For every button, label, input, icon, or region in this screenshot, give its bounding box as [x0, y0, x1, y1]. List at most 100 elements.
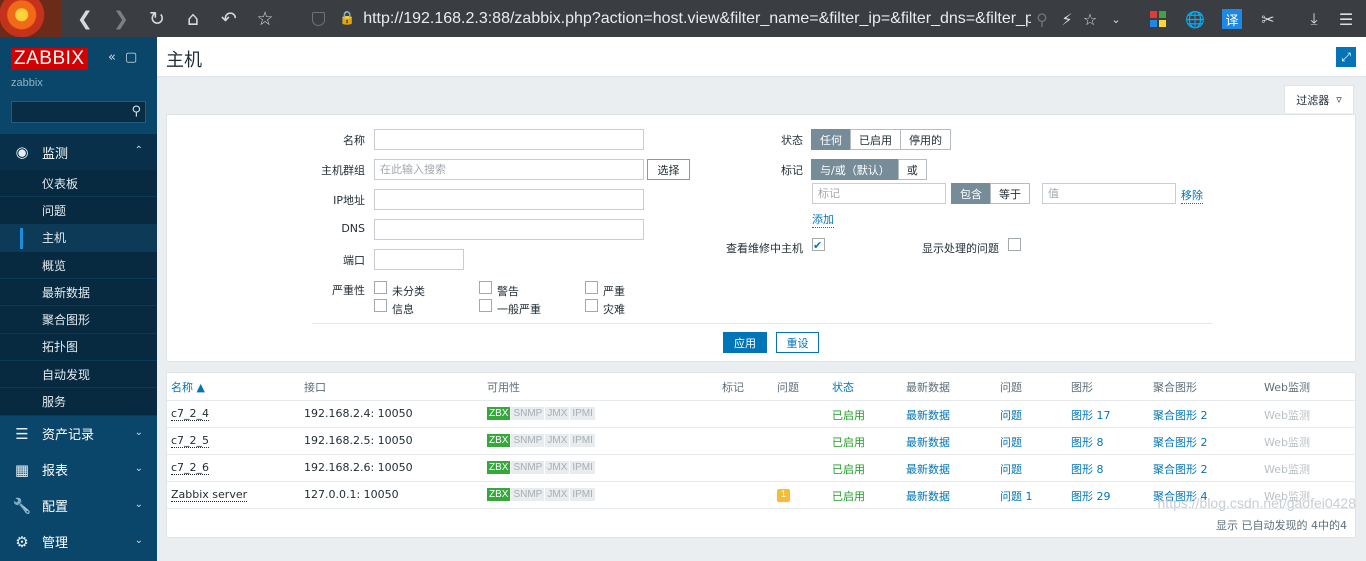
dns-input[interactable]	[374, 219, 644, 240]
host-name-link[interactable]: Zabbix server	[171, 488, 248, 502]
port-input[interactable]	[374, 249, 464, 270]
insecure-lock-icon[interactable]: 🔒	[339, 11, 355, 26]
submenu-screens[interactable]: 聚合图形	[0, 306, 157, 334]
address-bar[interactable]: 🔒 http://192.168.2.3:88/zabbix.php?actio…	[312, 6, 1052, 31]
graphs-link[interactable]: 图形 8	[1071, 434, 1104, 450]
screens-link[interactable]: 聚合图形 2	[1153, 407, 1208, 423]
reload-icon[interactable]: ↻	[144, 6, 170, 32]
host-name-link[interactable]: c7_2_4	[171, 407, 210, 421]
submenu-hosts[interactable]: 主机	[0, 224, 157, 252]
severity-warning-checkbox[interactable]	[479, 281, 492, 294]
scissors-icon[interactable]: ✂	[1256, 7, 1280, 31]
name-input[interactable]	[374, 129, 644, 150]
status-enabled-link[interactable]: 已启用	[832, 488, 865, 504]
screens-link[interactable]: 聚合图形 2	[1153, 434, 1208, 450]
latest-data-link[interactable]: 最新数据	[906, 407, 950, 423]
apply-button[interactable]: 应用	[723, 332, 767, 353]
severity-high-checkbox[interactable]	[585, 281, 598, 294]
latest-data-link[interactable]: 最新数据	[906, 461, 950, 477]
status-enabled-link[interactable]: 已启用	[832, 407, 865, 423]
column-header-tags: 标记	[722, 381, 744, 394]
main-content: 主机 ⤢ 过滤器 ▿ 名称 主机群组 在此输入搜索 选择 IP地址 DNS 端口…	[157, 37, 1366, 561]
fullscreen-icon[interactable]: ⤢	[1336, 47, 1356, 67]
status-disabled-option[interactable]: 停用的	[900, 129, 951, 150]
column-header-status[interactable]: 状态	[832, 379, 854, 395]
host-name-link[interactable]: c7_2_6	[171, 461, 210, 475]
filter-tab[interactable]: 过滤器 ▿	[1284, 85, 1354, 113]
zabbix-logo[interactable]: ZABBIX	[11, 48, 88, 70]
host-group-input[interactable]: 在此输入搜索	[374, 159, 644, 180]
severity-average-checkbox[interactable]	[479, 299, 492, 312]
problems-link[interactable]: 问题 1	[1000, 488, 1033, 504]
severity-not-classified-checkbox[interactable]	[374, 281, 387, 294]
problems-link[interactable]: 问题	[1000, 434, 1022, 450]
status-enabled-option[interactable]: 已启用	[850, 129, 901, 150]
submenu-dashboard[interactable]: 仪表板	[0, 170, 157, 198]
graphs-link[interactable]: 图形 8	[1071, 461, 1104, 477]
menu-monitoring[interactable]: ◉ 监测 ⌃	[0, 134, 157, 170]
submenu-overview[interactable]: 概览	[0, 252, 157, 280]
submenu-discovery[interactable]: 自动发现	[0, 361, 157, 389]
back-icon[interactable]: ❮	[72, 6, 98, 32]
severity-information-checkbox[interactable]	[374, 299, 387, 312]
column-header-name[interactable]: 名称 ▲	[171, 379, 205, 395]
problems-link[interactable]: 问题	[1000, 407, 1022, 423]
search-icon[interactable]: ⚲	[131, 104, 141, 119]
tag-equals-option[interactable]: 等于	[990, 183, 1030, 204]
suppressed-checkbox[interactable]	[1008, 238, 1021, 251]
search-icon[interactable]: ⚲	[1030, 7, 1054, 31]
ip-input[interactable]	[374, 189, 644, 210]
home-icon[interactable]: ⌂	[180, 6, 206, 32]
ipmi-badge: IPMI	[570, 461, 595, 474]
submenu-latest-data[interactable]: 最新数据	[0, 279, 157, 307]
name-label: 名称	[343, 134, 365, 147]
latest-data-link[interactable]: 最新数据	[906, 488, 950, 504]
submenu-services[interactable]: 服务	[0, 388, 157, 416]
availability-badges: ZBX SNMP JMX IPMI	[487, 461, 595, 474]
sidebar-search-input[interactable]: ⚲	[11, 101, 146, 123]
favorite-star-icon[interactable]: ☆	[1078, 7, 1102, 31]
remove-tag-link[interactable]: 移除	[1181, 187, 1203, 204]
url-text[interactable]: http://192.168.2.3:88/zabbix.php?action=…	[363, 10, 1031, 28]
select-button[interactable]: 选择	[647, 159, 690, 180]
menu-reports[interactable]: ▦ 报表 ⌄	[0, 452, 157, 488]
dropdown-icon[interactable]: ⌄	[1104, 7, 1128, 31]
tag-input[interactable]: 标记	[812, 183, 946, 204]
star-icon[interactable]: ☆	[252, 6, 278, 32]
globe-icon[interactable]: 🌐	[1183, 7, 1207, 31]
menu-administration[interactable]: ⚙ 管理 ⌄	[0, 524, 157, 560]
problem-count-badge[interactable]: 1	[777, 489, 790, 502]
tag-value-input[interactable]: 值	[1042, 183, 1176, 204]
problems-link[interactable]: 问题	[1000, 461, 1022, 477]
forward-icon[interactable]: ❯	[108, 6, 134, 32]
browser-profile-image[interactable]	[0, 0, 62, 37]
status-enabled-link[interactable]: 已启用	[832, 461, 865, 477]
graphs-link[interactable]: 图形 17	[1071, 407, 1111, 423]
ipmi-badge: IPMI	[570, 407, 595, 420]
latest-data-link[interactable]: 最新数据	[906, 434, 950, 450]
menu-configuration[interactable]: 🔧 配置 ⌄	[0, 488, 157, 524]
add-tag-link[interactable]: 添加	[812, 211, 834, 228]
menu-icon[interactable]: ☰	[1334, 7, 1358, 31]
submenu-problems[interactable]: 问题	[0, 197, 157, 225]
tags-or-option[interactable]: 或	[897, 159, 927, 180]
status-enabled-link[interactable]: 已启用	[832, 434, 865, 450]
severity-disaster-checkbox[interactable]	[585, 299, 598, 312]
reset-button[interactable]: 重设	[776, 332, 819, 353]
host-name-link[interactable]: c7_2_5	[171, 434, 210, 448]
submenu-maps[interactable]: 拓扑图	[0, 334, 157, 362]
screens-link[interactable]: 聚合图形 2	[1153, 461, 1208, 477]
undo-icon[interactable]: ↶	[216, 6, 242, 32]
kiosk-mode-icon[interactable]: ▢	[125, 50, 137, 65]
translate-icon[interactable]: 译	[1222, 9, 1242, 29]
graphs-link[interactable]: 图形 29	[1071, 488, 1111, 504]
collapse-sidebar-icon[interactable]: «	[108, 50, 116, 65]
menu-inventory[interactable]: ☰ 资产记录 ⌄	[0, 416, 157, 452]
download-icon[interactable]: ⤓	[1302, 7, 1326, 31]
lightning-icon[interactable]: ⚡	[1055, 7, 1079, 31]
tag-contains-option[interactable]: 包含	[951, 183, 991, 204]
status-any-option[interactable]: 任何	[811, 129, 851, 150]
tags-and-or-option[interactable]: 与/或（默认）	[811, 159, 899, 180]
apps-grid-icon[interactable]	[1146, 7, 1170, 31]
column-header-screens: 聚合图形	[1153, 381, 1197, 394]
